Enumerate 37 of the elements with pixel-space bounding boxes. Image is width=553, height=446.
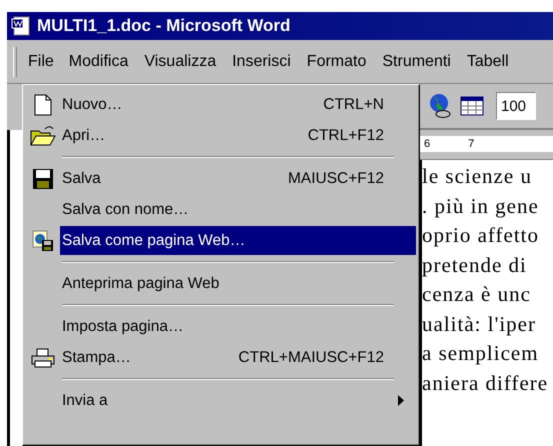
menu-title[interactable]: Modifica — [60, 46, 136, 78]
ruler-number: 6 — [424, 138, 430, 150]
menu-item[interactable]: Salva come pagina Web… — [60, 226, 416, 255]
document-text-line: pretende di — [422, 252, 528, 278]
document-text-line: a semplicem — [422, 341, 540, 367]
menu-item[interactable]: Nuovo… CTRL+N — [60, 90, 416, 119]
window-title: MULTI1_1.doc - Microsoft Word — [37, 16, 290, 36]
page-icon — [34, 94, 52, 116]
menu-item[interactable]: Salva MAIUSC+F12 — [60, 164, 416, 193]
menu-item[interactable]: Anteprima pagina Web — [60, 269, 416, 298]
menu-title[interactable]: File — [21, 46, 61, 76]
menu-title[interactable]: Formato — [298, 46, 374, 78]
floppy-icon — [32, 168, 54, 190]
folder-icon — [30, 124, 56, 146]
menu-item[interactable]: Apri… CTRL+F12 — [60, 121, 416, 150]
zoom-field[interactable]: 100 — [496, 92, 536, 120]
menu-title[interactable]: Inserisci — [224, 46, 299, 78]
menu-title[interactable]: Tabell — [458, 46, 517, 78]
submenu-arrow-icon — [398, 395, 404, 406]
menu-title[interactable]: Visualizza — [136, 46, 224, 78]
document-icon — [11, 16, 31, 36]
globe-icon[interactable] — [428, 93, 452, 119]
ruler-number: 7 — [468, 138, 474, 150]
table-icon[interactable] — [460, 96, 484, 116]
web-save-icon — [32, 230, 54, 252]
document-text-line: cenza è unc — [422, 282, 532, 308]
document-text-line: aniera differe — [422, 370, 550, 396]
document-text-line: ualità: l'iper — [422, 312, 537, 338]
menu-title[interactable]: Strumenti — [374, 46, 459, 78]
printer-icon — [31, 346, 55, 368]
menu-item[interactable]: Stampa… CTRL+MAIUSC+F12 — [60, 343, 416, 372]
document-text-line: oprio affetto — [422, 223, 540, 249]
menu-item[interactable]: Salva con nome… — [60, 195, 416, 224]
document-text-line: le scienze u — [422, 164, 533, 190]
document-text-line: . più in gene — [422, 194, 540, 220]
menu-item[interactable]: Imposta pagina… — [60, 312, 416, 341]
menu-item[interactable]: Invia a — [60, 386, 416, 415]
